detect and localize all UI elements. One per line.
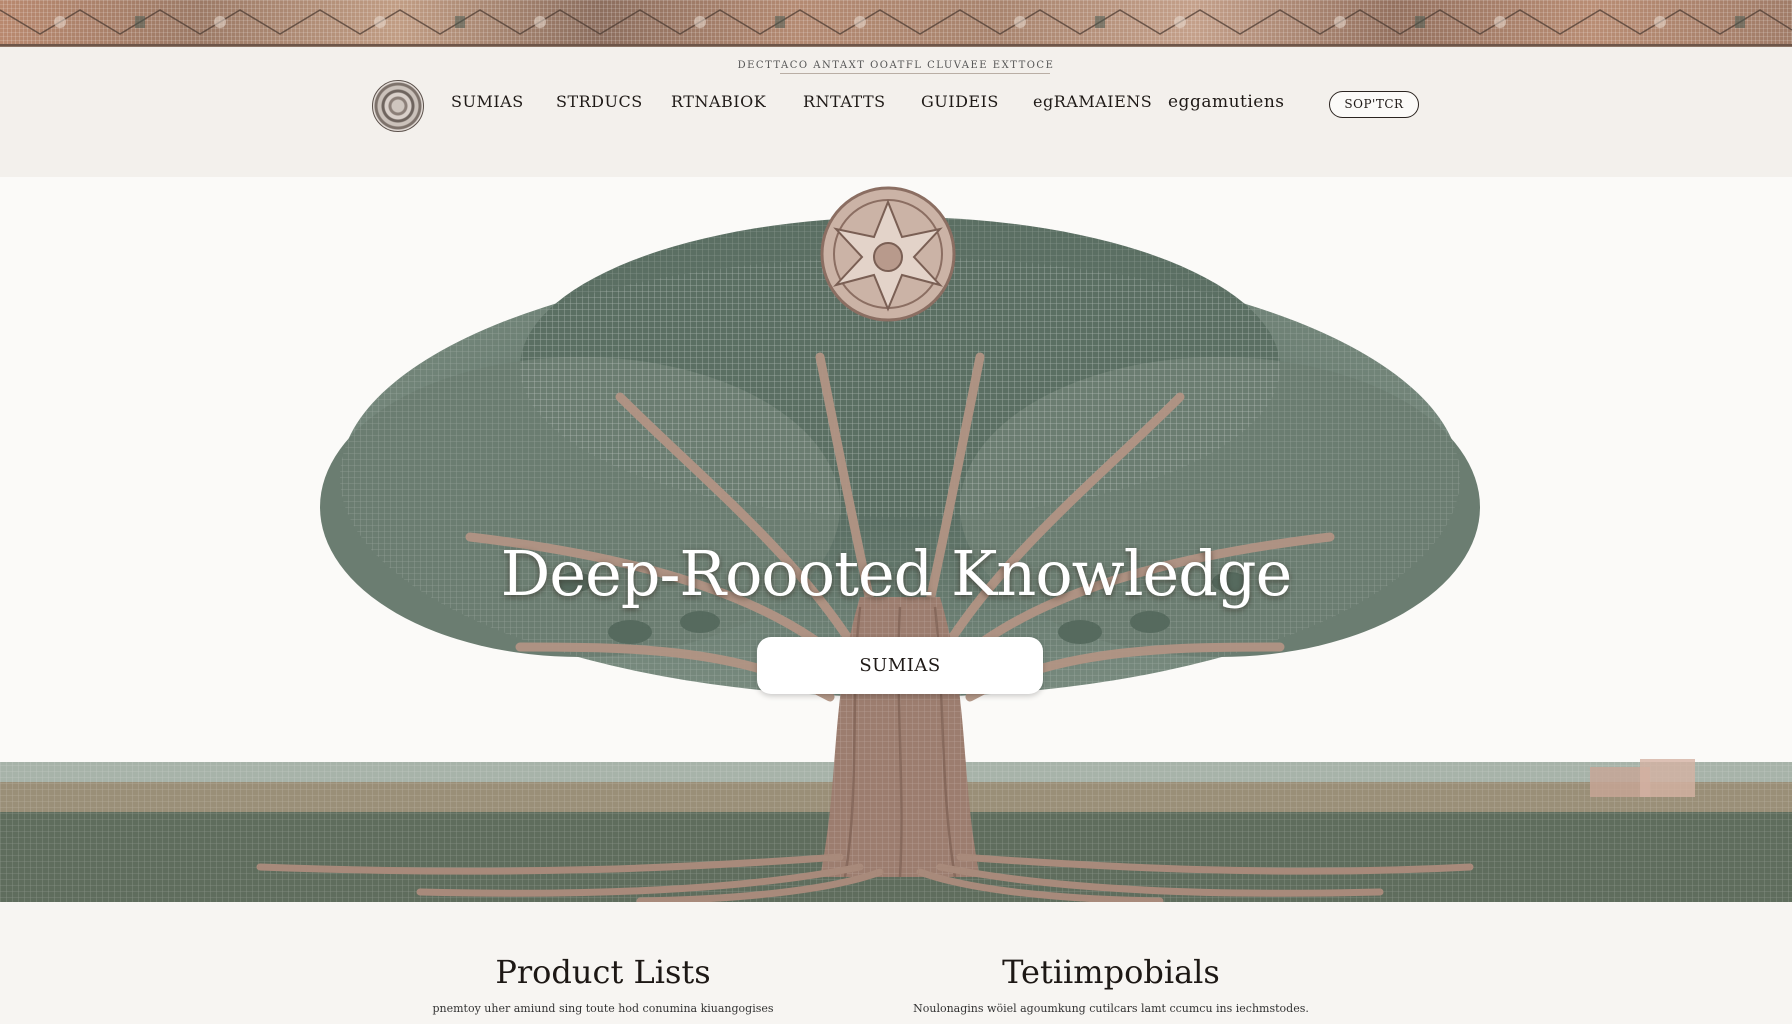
nav-item-4[interactable]: RNTATTS: [803, 92, 886, 111]
nav-item-6[interactable]: egRAMAIENS: [1033, 92, 1152, 111]
nav-item-5[interactable]: GUIDEIS: [921, 92, 999, 111]
section-title-testimonials: Tetiimpobials: [1002, 953, 1220, 991]
section-title-product-lists: Product Lists: [495, 953, 711, 991]
main-nav: SUMIAS STRDUCS RTNABIOK RNTATTS GUIDEIS …: [0, 92, 1792, 120]
nav-item-1[interactable]: SUMIAS: [451, 92, 524, 111]
hero-section: Deep-Roooted Knowledge SUMIAS: [0, 177, 1792, 902]
content-sections: [0, 902, 1792, 1024]
tagline-divider: [780, 73, 1050, 74]
canopy-emblem: [820, 186, 956, 322]
nav-item-3[interactable]: RTNABIOK: [671, 92, 766, 111]
hero-title: Deep-Roooted Knowledge: [500, 537, 1293, 610]
hero-cta-button[interactable]: SUMIAS: [757, 637, 1043, 694]
mosaic-pattern: [0, 9, 1792, 35]
section-text-testimonials: Noulonagins wöiel agoumkung cutilcars la…: [913, 1002, 1309, 1015]
section-text-product-lists: pnemtoy uher amiund sing toute hod conum…: [432, 1002, 774, 1015]
header-cta-button[interactable]: SOP'TCR: [1329, 91, 1419, 118]
nav-item-2[interactable]: STRDUCS: [556, 92, 643, 111]
nav-item-7[interactable]: eggamutiens: [1168, 92, 1285, 112]
decorative-mosaic-border: [0, 0, 1792, 46]
header-tagline: DECTTACO ANTAXT OOATFL CLUVAEE EXTTOCE: [737, 60, 1055, 71]
